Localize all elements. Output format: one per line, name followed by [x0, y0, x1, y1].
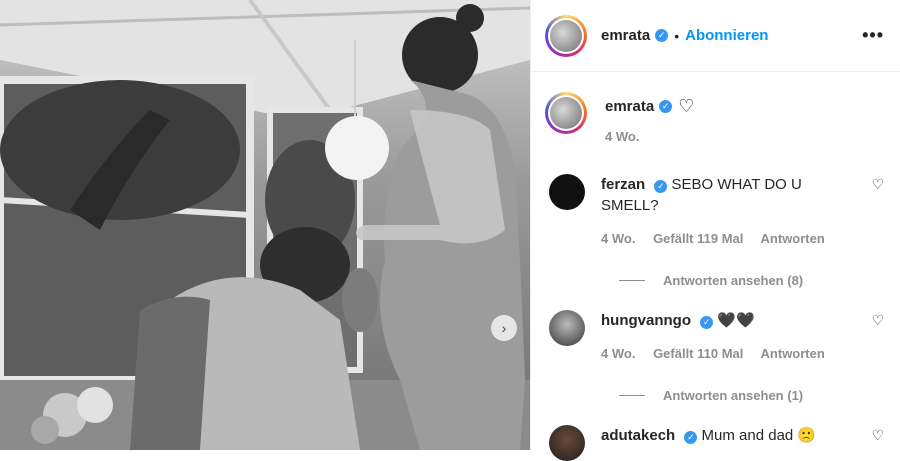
view-replies-button[interactable]: Antworten ansehen (1) — [619, 388, 884, 403]
post-header: emrata ✓ • Abonnieren ••• — [531, 0, 900, 72]
reply-button[interactable]: Antworten — [761, 231, 825, 246]
verified-icon: ✓ — [654, 180, 668, 193]
commenter-username[interactable]: ferzan — [601, 176, 645, 193]
comment-item: hungvanngo ✓ 🖤🖤 4 Wo. Gefällt 110 Mal An… — [549, 310, 884, 403]
comment-time: 4 Wo. — [601, 346, 636, 361]
comment-like-icon[interactable]: ♡ — [871, 312, 884, 329]
separator-dot: • — [674, 27, 680, 44]
comment-text: 🖤🖤 — [717, 312, 755, 329]
comment-time: 4 Wo. — [601, 231, 636, 246]
commenter-avatar[interactable] — [549, 174, 585, 210]
verified-icon: ✓ — [684, 431, 698, 444]
more-options-icon[interactable]: ••• — [862, 25, 884, 46]
verified-icon: ✓ — [655, 29, 669, 42]
commenter-username[interactable]: adutakech — [601, 427, 675, 444]
heart-icon[interactable]: ♡ — [678, 96, 694, 117]
author-avatar[interactable] — [545, 14, 587, 57]
photo-illustration — [0, 0, 530, 450]
comment-text: Mum and dad 🙁 — [701, 427, 817, 444]
view-replies-button[interactable]: Antworten ansehen (8) — [619, 273, 884, 288]
author-username[interactable]: emrata — [601, 27, 650, 44]
reply-button[interactable]: Antworten — [761, 346, 825, 361]
commenter-username[interactable]: hungvanngo — [601, 312, 691, 329]
comment-likes[interactable]: Gefällt 119 Mal — [653, 231, 743, 246]
caption: emrata ✓ ♡ 4 Wo. — [545, 92, 884, 144]
post-panel: emrata ✓ • Abonnieren ••• emrata ✓ ♡ 4 W… — [530, 0, 900, 461]
comment-likes[interactable]: Gefällt 110 Mal — [653, 346, 743, 361]
comment-item: ferzan ✓ SEBO WHAT DO U SMELL? 4 Wo. Gef… — [549, 174, 884, 288]
caption-username[interactable]: emrata — [605, 98, 654, 115]
caption-avatar[interactable] — [545, 92, 587, 134]
commenter-avatar[interactable] — [549, 310, 585, 346]
verified-icon: ✓ — [659, 100, 673, 113]
comment-like-icon[interactable]: ♡ — [871, 427, 884, 444]
comment-item: adutakech ✓ Mum and dad 🙁 ♡ — [549, 425, 884, 461]
comment-like-icon[interactable]: ♡ — [871, 176, 884, 193]
caption-time: 4 Wo. — [605, 129, 640, 144]
next-image-button[interactable]: › — [491, 315, 517, 341]
commenter-avatar[interactable] — [549, 425, 585, 461]
post-photo[interactable]: › — [0, 0, 530, 450]
verified-icon: ✓ — [700, 316, 714, 329]
follow-button[interactable]: Abonnieren — [685, 27, 768, 44]
